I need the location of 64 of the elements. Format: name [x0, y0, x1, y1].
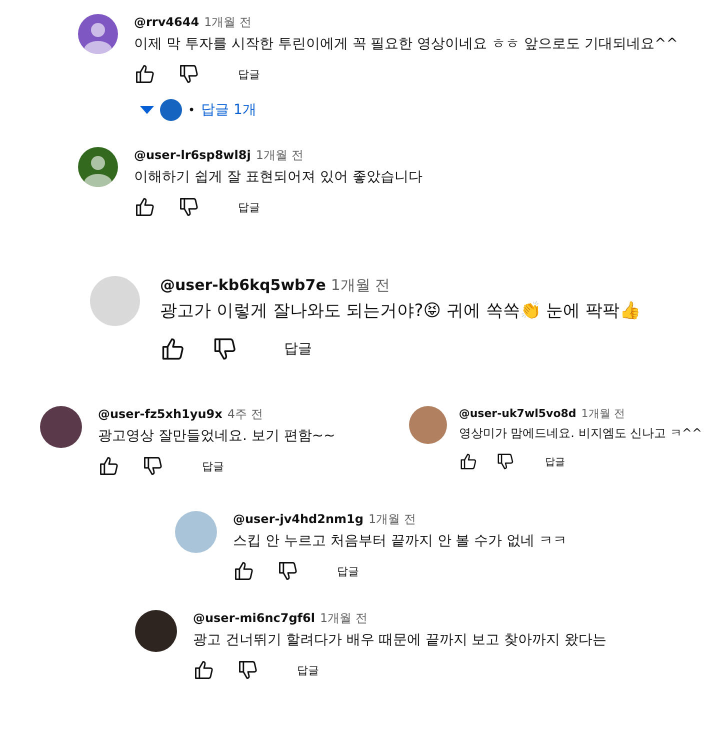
comment-author[interactable]: @user-lr6sp8wl8j — [134, 148, 251, 162]
like-button[interactable] — [134, 196, 156, 218]
comment-author[interactable]: @user-uk7wl5vo8d — [458, 407, 576, 420]
comment-text: 이제 막 투자를 시작한 투린이에게 꼭 필요한 영상이네요 ㅎㅎ 앞으로도 기대되네요^^ — [134, 35, 678, 53]
caret-down-icon[interactable] — [140, 106, 154, 114]
like-button[interactable] — [233, 560, 255, 582]
comment-time[interactable]: 1개월 전 — [330, 276, 390, 295]
thumbs-up-icon — [98, 455, 120, 477]
avatar[interactable] — [78, 14, 118, 54]
dislike-button[interactable] — [212, 336, 238, 362]
reply-button[interactable]: 답글 — [321, 564, 359, 578]
avatar[interactable] — [78, 147, 118, 187]
bullet: • — [188, 103, 196, 117]
reply-button[interactable]: 답글 — [222, 200, 260, 214]
comment-author[interactable]: @rrv4644 — [134, 15, 200, 29]
comment-text: 스킵 안 누르고 처음부터 끝까지 안 볼 수가 없네 ㅋㅋ — [233, 532, 568, 550]
like-button[interactable] — [134, 63, 156, 85]
thumbs-up-icon — [193, 659, 215, 681]
reply-button[interactable]: 답글 — [532, 454, 565, 468]
thumbs-up-icon — [134, 63, 156, 85]
like-button[interactable] — [193, 659, 215, 681]
channel-avatar — [160, 99, 182, 121]
comment-time[interactable]: 1개월 전 — [581, 406, 625, 421]
thumbs-down-icon — [178, 196, 200, 218]
dislike-button[interactable] — [178, 63, 200, 85]
comment-time[interactable]: 4주 전 — [227, 406, 263, 423]
comment-time[interactable]: 1개월 전 — [204, 14, 252, 31]
thumbs-down-icon — [496, 452, 515, 471]
thumbs-up-icon — [233, 560, 255, 582]
avatar-photo-placeholder[interactable] — [40, 406, 82, 448]
avatar-photo-placeholder[interactable] — [135, 610, 177, 652]
dislike-button[interactable] — [178, 196, 200, 218]
comment-author[interactable]: @user-mi6nc7gf6l — [193, 611, 315, 625]
dislike-button[interactable] — [277, 560, 299, 582]
thumbs-down-icon — [237, 659, 259, 681]
dislike-button[interactable] — [496, 452, 515, 471]
reply-button[interactable]: 답글 — [222, 66, 260, 82]
like-button[interactable] — [98, 455, 120, 477]
thumbs-up-icon — [134, 196, 156, 218]
comment-text: 이해하기 쉽게 잘 표현되어져 있어 좋았습니다 — [134, 168, 422, 186]
like-button[interactable] — [458, 452, 478, 471]
comment-text: 광고가 이렇게 잘나와도 되는거야?😝 귀에 쏙쏙👏 눈에 팍팍👍 — [160, 300, 641, 322]
comment-author[interactable]: @user-fz5xh1yu9x — [98, 407, 222, 421]
comment-time[interactable]: 1개월 전 — [256, 147, 304, 164]
comment-author[interactable]: @user-jv4hd2nm1g — [233, 512, 364, 526]
reply-button[interactable]: 답글 — [186, 458, 224, 474]
thumbs-down-icon — [178, 63, 200, 85]
like-button[interactable] — [160, 336, 186, 362]
thumbs-up-icon — [160, 336, 186, 362]
thumbs-down-icon — [142, 455, 164, 477]
thumbs-down-icon — [212, 336, 238, 362]
reply-button[interactable]: 답글 — [281, 662, 319, 678]
comment-time[interactable]: 1개월 전 — [368, 511, 416, 528]
dislike-button[interactable] — [237, 659, 259, 681]
reply-button[interactable]: 답글 — [264, 340, 312, 358]
replies-link[interactable]: 답글 1개 — [201, 101, 256, 119]
thumbs-down-icon — [277, 560, 299, 582]
comment-time[interactable]: 1개월 전 — [320, 610, 368, 627]
comment-text: 광고영상 잘만들었네요. 보기 편함~~ — [98, 427, 336, 445]
thumbs-up-icon — [458, 452, 478, 471]
comment-author[interactable]: @user-kb6kq5wb7e — [160, 276, 326, 294]
dislike-button[interactable] — [142, 455, 164, 477]
comment-text: 광고 건너뛰기 할려다가 배우 때문에 끝까지 보고 찾아까지 왔다는 — [193, 631, 607, 649]
comment-text: 영상미가 맘에드네요. 비지엠도 신나고 ㅋ^^ — [458, 425, 702, 442]
